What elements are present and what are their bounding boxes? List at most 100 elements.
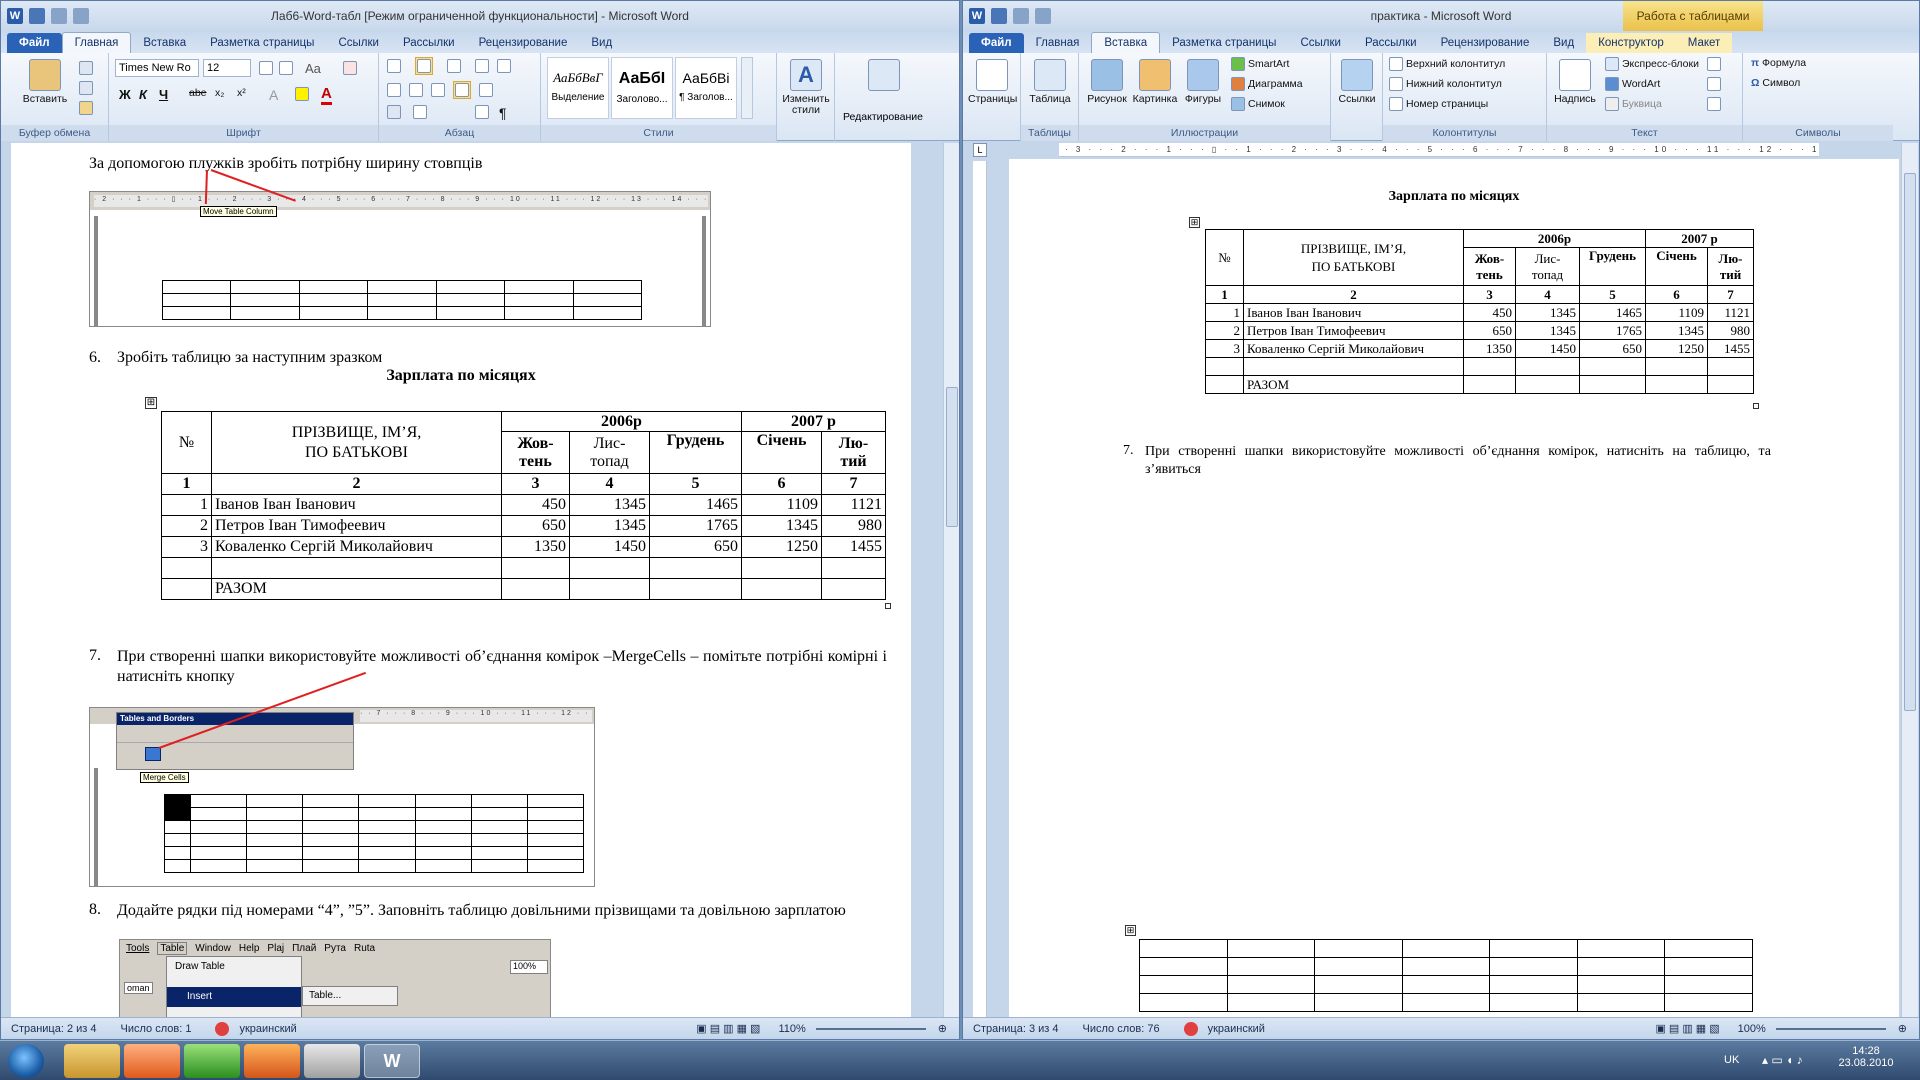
change-case-button[interactable]: Aa bbox=[305, 61, 321, 76]
tab-references[interactable]: Ссылки bbox=[326, 33, 391, 53]
zoom-level[interactable]: 110% bbox=[778, 1023, 805, 1035]
tab-page-layout[interactable]: Разметка страницы bbox=[1160, 33, 1288, 53]
menu-ruta-cyr[interactable]: Рута bbox=[324, 943, 346, 954]
italic-button[interactable]: К bbox=[139, 87, 147, 102]
zoom-in-icon[interactable]: ⊕ bbox=[1898, 1022, 1907, 1035]
table-resize-handle[interactable] bbox=[885, 603, 891, 609]
scroll-thumb[interactable] bbox=[946, 387, 958, 527]
tab-insert[interactable]: Вставка bbox=[131, 33, 198, 53]
links-button[interactable]: Ссылки bbox=[1333, 59, 1381, 105]
save-icon[interactable] bbox=[29, 8, 45, 24]
shading-icon[interactable] bbox=[387, 105, 401, 119]
menu-ruta[interactable]: Ruta bbox=[354, 943, 375, 954]
document-page[interactable]: За допомогою плужків зробіть потрібну ши… bbox=[11, 143, 911, 1019]
style-heading2[interactable]: АаБбВі ¶ Заголов... bbox=[675, 57, 737, 119]
quickparts-button[interactable]: Экспресс-блоки bbox=[1605, 57, 1699, 71]
text-effects-icon[interactable]: A bbox=[269, 87, 278, 103]
tab-file[interactable]: Файл bbox=[7, 33, 62, 53]
show-marks-button[interactable]: ¶ bbox=[499, 105, 507, 121]
clear-format-icon[interactable] bbox=[343, 61, 357, 75]
tab-review[interactable]: Рецензирование bbox=[467, 33, 580, 53]
clipart-button[interactable]: Картинка bbox=[1131, 59, 1179, 105]
media-player-icon[interactable] bbox=[124, 1044, 180, 1078]
tab-view[interactable]: Вид bbox=[579, 33, 624, 53]
zoom-slider[interactable] bbox=[815, 1027, 926, 1030]
status-language[interactable]: украинский bbox=[1208, 1023, 1265, 1035]
line-spacing-icon[interactable] bbox=[479, 83, 493, 97]
tab-mailings[interactable]: Рассылки bbox=[391, 33, 467, 53]
word-taskbar-icon[interactable]: W bbox=[364, 1044, 420, 1078]
word-logo-icon[interactable]: W bbox=[7, 8, 23, 24]
grow-font-icon[interactable] bbox=[259, 61, 273, 75]
start-button[interactable] bbox=[8, 1044, 44, 1078]
icq-icon[interactable] bbox=[184, 1044, 240, 1078]
language-indicator[interactable]: UK bbox=[1724, 1054, 1739, 1066]
status-page[interactable]: Страница: 2 из 4 bbox=[11, 1023, 97, 1035]
status-words[interactable]: Число слов: 1 bbox=[121, 1023, 192, 1035]
highlight-icon[interactable] bbox=[295, 87, 309, 101]
dropcap-button[interactable]: Буквица bbox=[1605, 97, 1662, 111]
font-size-box[interactable]: 12 bbox=[203, 59, 251, 77]
tab-mailings[interactable]: Рассылки bbox=[1353, 33, 1429, 53]
tab-insert[interactable]: Вставка bbox=[1091, 32, 1161, 53]
strikethrough-button[interactable]: abe bbox=[189, 87, 207, 99]
vertical-ruler[interactable] bbox=[973, 161, 987, 1019]
superscript-button[interactable]: x² bbox=[237, 87, 246, 99]
header-button[interactable]: Верхний колонтитул bbox=[1389, 57, 1505, 71]
vertical-scrollbar[interactable] bbox=[1901, 143, 1918, 1019]
justify-icon[interactable] bbox=[453, 81, 471, 99]
undo-icon[interactable] bbox=[1013, 8, 1029, 24]
view-buttons[interactable]: ▣ ▤ ▥ ▦ ▧ bbox=[696, 1022, 760, 1035]
new-empty-table[interactable] bbox=[1139, 939, 1753, 1012]
menu-table[interactable]: Table bbox=[157, 941, 188, 955]
clock[interactable]: 14:28 23.08.2010 bbox=[1836, 1045, 1896, 1069]
tab-home[interactable]: Главная bbox=[1024, 33, 1092, 53]
save-icon[interactable] bbox=[991, 8, 1007, 24]
change-styles-button[interactable]: A Изменить стили bbox=[782, 59, 830, 116]
tab-view[interactable]: Вид bbox=[1541, 33, 1586, 53]
tab-selector[interactable]: L bbox=[973, 143, 987, 157]
multilevel-list-icon[interactable] bbox=[447, 59, 461, 73]
align-center-icon[interactable] bbox=[409, 83, 423, 97]
decrease-indent-icon[interactable] bbox=[475, 59, 489, 73]
zoom-in-icon[interactable]: ⊕ bbox=[938, 1022, 947, 1035]
tab-review[interactable]: Рецензирование bbox=[1429, 33, 1542, 53]
format-painter-icon[interactable] bbox=[79, 101, 93, 115]
menu-help[interactable]: Help bbox=[239, 943, 260, 954]
date-time-icon[interactable] bbox=[1707, 77, 1721, 91]
font-color-button[interactable]: A bbox=[321, 85, 332, 105]
menu-insert[interactable]: Insert bbox=[167, 987, 301, 1007]
bullets-icon[interactable] bbox=[387, 59, 401, 73]
underline-button[interactable]: Ч bbox=[159, 87, 168, 102]
submenu-table[interactable]: Table... bbox=[302, 986, 398, 1006]
copy-icon[interactable] bbox=[79, 81, 93, 95]
signature-line-icon[interactable] bbox=[1707, 57, 1721, 71]
symbol-button[interactable]: Ω Символ bbox=[1751, 77, 1800, 89]
pages-button[interactable]: Страницы bbox=[968, 59, 1017, 105]
vertical-scrollbar[interactable] bbox=[943, 143, 959, 1019]
chart-button[interactable]: Диаграмма bbox=[1231, 77, 1303, 91]
paint-icon[interactable] bbox=[304, 1044, 360, 1078]
styles-scroll[interactable] bbox=[741, 57, 753, 119]
proofing-icon[interactable] bbox=[215, 1021, 230, 1036]
shrink-font-icon[interactable] bbox=[279, 61, 293, 75]
scroll-thumb[interactable] bbox=[1904, 173, 1916, 711]
tray-icons[interactable]: ▴ ▭ ◖ ♪ bbox=[1762, 1053, 1803, 1067]
status-language[interactable]: украинский bbox=[239, 1023, 296, 1035]
style-emphasis[interactable]: АаБбВвГ Выделение bbox=[547, 57, 609, 119]
numbering-icon[interactable] bbox=[415, 57, 433, 75]
redo-icon[interactable] bbox=[1035, 8, 1051, 24]
paste-button[interactable]: Вставить bbox=[21, 59, 69, 105]
menu-tools[interactable]: Tools bbox=[126, 943, 149, 954]
font-name-box[interactable]: Times New Ro bbox=[115, 59, 199, 77]
page-number-button[interactable]: Номер страницы bbox=[1389, 97, 1488, 111]
redo-icon[interactable] bbox=[73, 8, 89, 24]
smartart-button[interactable]: SmartArt bbox=[1231, 57, 1289, 71]
borders-icon[interactable] bbox=[413, 105, 427, 119]
salary-table[interactable]: № ПРІЗВИЩЕ, ІМ’Я, ПО БАТЬКОВІ 2006р 2007 … bbox=[1205, 229, 1755, 394]
zoom-box-old[interactable]: 100% bbox=[510, 960, 548, 974]
view-buttons[interactable]: ▣ ▤ ▥ ▦ ▧ bbox=[1655, 1022, 1719, 1035]
menu-plaj[interactable]: Plaj bbox=[267, 943, 284, 954]
style-heading1[interactable]: АаБбІ Заголово... bbox=[611, 57, 673, 119]
cut-icon[interactable] bbox=[79, 61, 93, 75]
